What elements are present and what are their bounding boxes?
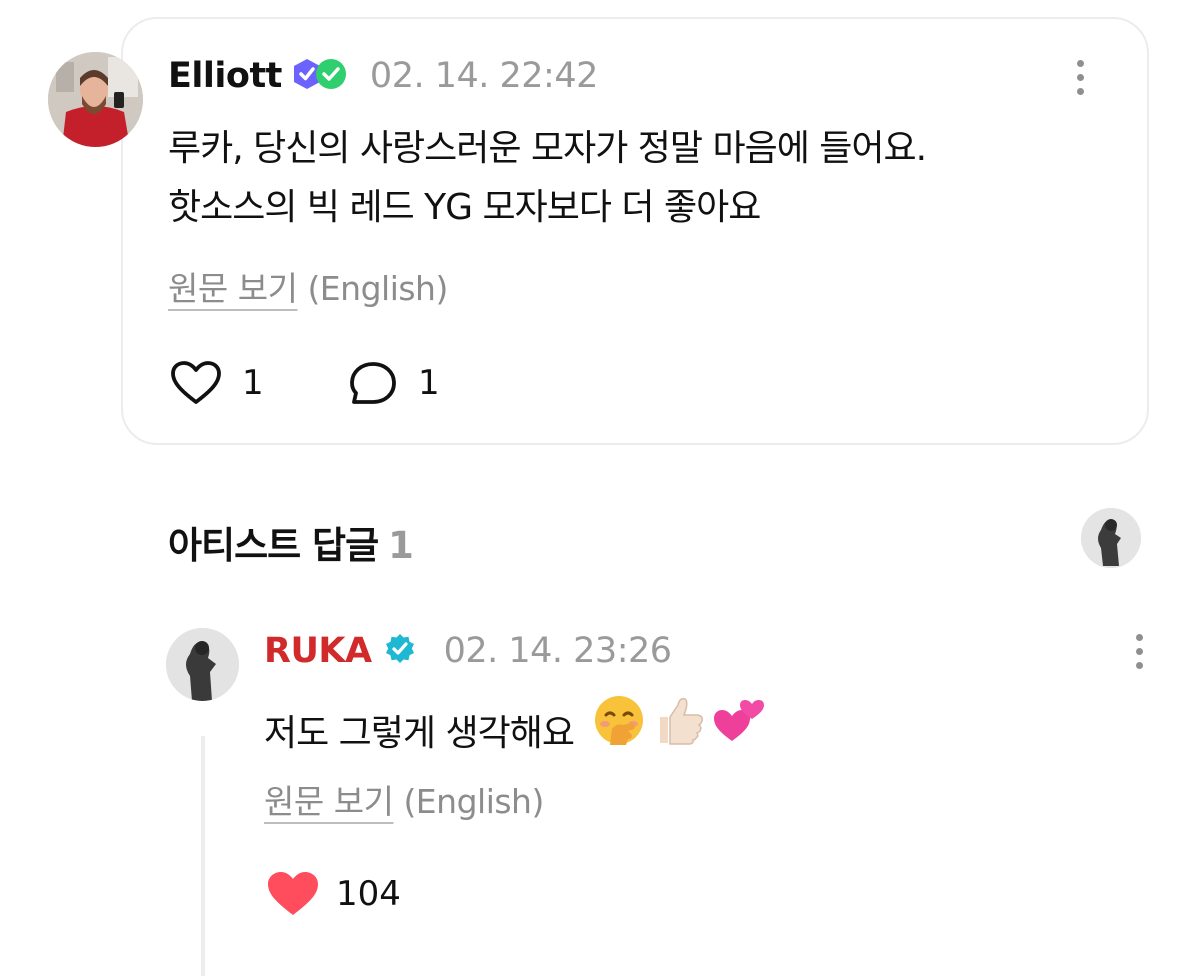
comment-text-line-2: 핫소스의 빅 레드 YG 모자보다 더 좋아요	[168, 187, 761, 228]
artist-avatar[interactable]	[166, 628, 239, 701]
hand-over-mouth-emoji-icon	[592, 693, 646, 775]
view-original-link[interactable]: 원문 보기	[168, 269, 298, 308]
more-options-icon[interactable]	[1077, 60, 1084, 95]
artist-replies-title: 아티스트 답글	[168, 524, 379, 567]
reply-header: RUKA 02. 14. 23:26	[264, 631, 672, 671]
reply-like-count: 104	[336, 874, 401, 914]
reply-original-language: (English)	[403, 782, 544, 821]
artist-name[interactable]: RUKA	[264, 631, 372, 671]
reply-more-options-icon[interactable]	[1136, 634, 1143, 669]
reply-timestamp: 02. 14. 23:26	[443, 631, 672, 671]
thumbs-up-emoji-icon	[652, 693, 706, 775]
reply-count: 1	[418, 363, 440, 403]
view-original: 원문 보기 (English)	[168, 262, 448, 310]
reply-like-button[interactable]: 104	[266, 870, 401, 918]
heart-outline-icon	[170, 360, 222, 406]
like-count: 1	[242, 363, 264, 403]
reply-text: 저도 그렇게 생각해요	[264, 713, 575, 754]
membership-badge-icon	[290, 57, 348, 95]
artist-replies-header: 아티스트 답글 1	[168, 515, 414, 569]
original-language: (English)	[307, 269, 448, 308]
verified-badge-icon	[384, 633, 416, 669]
author-name[interactable]: Elliott	[168, 56, 282, 96]
comment-timestamp: 02. 14. 22:42	[369, 56, 598, 96]
reply-view-original-link[interactable]: 원문 보기	[264, 782, 394, 821]
heart-filled-icon	[266, 870, 320, 918]
reply-emojis	[592, 693, 766, 775]
like-button[interactable]: 1	[170, 360, 264, 406]
reply-text-row: 저도 그렇게 생각해요	[264, 693, 766, 775]
reply-button[interactable]: 1	[348, 360, 440, 406]
avatar[interactable]	[48, 52, 143, 147]
artist-replies-count: 1	[388, 524, 414, 567]
artist-avatar-small[interactable]	[1081, 508, 1141, 568]
reply-thread-line	[201, 736, 205, 976]
reply-view-original: 원문 보기 (English)	[264, 775, 544, 823]
two-hearts-emoji-icon	[712, 693, 766, 775]
comment-bubble-icon	[348, 360, 398, 406]
comment-text-line-1: 루카, 당신의 사랑스러운 모자가 정말 마음에 들어요.	[168, 128, 927, 169]
comment-header: Elliott 02. 14. 22:42	[168, 56, 598, 96]
